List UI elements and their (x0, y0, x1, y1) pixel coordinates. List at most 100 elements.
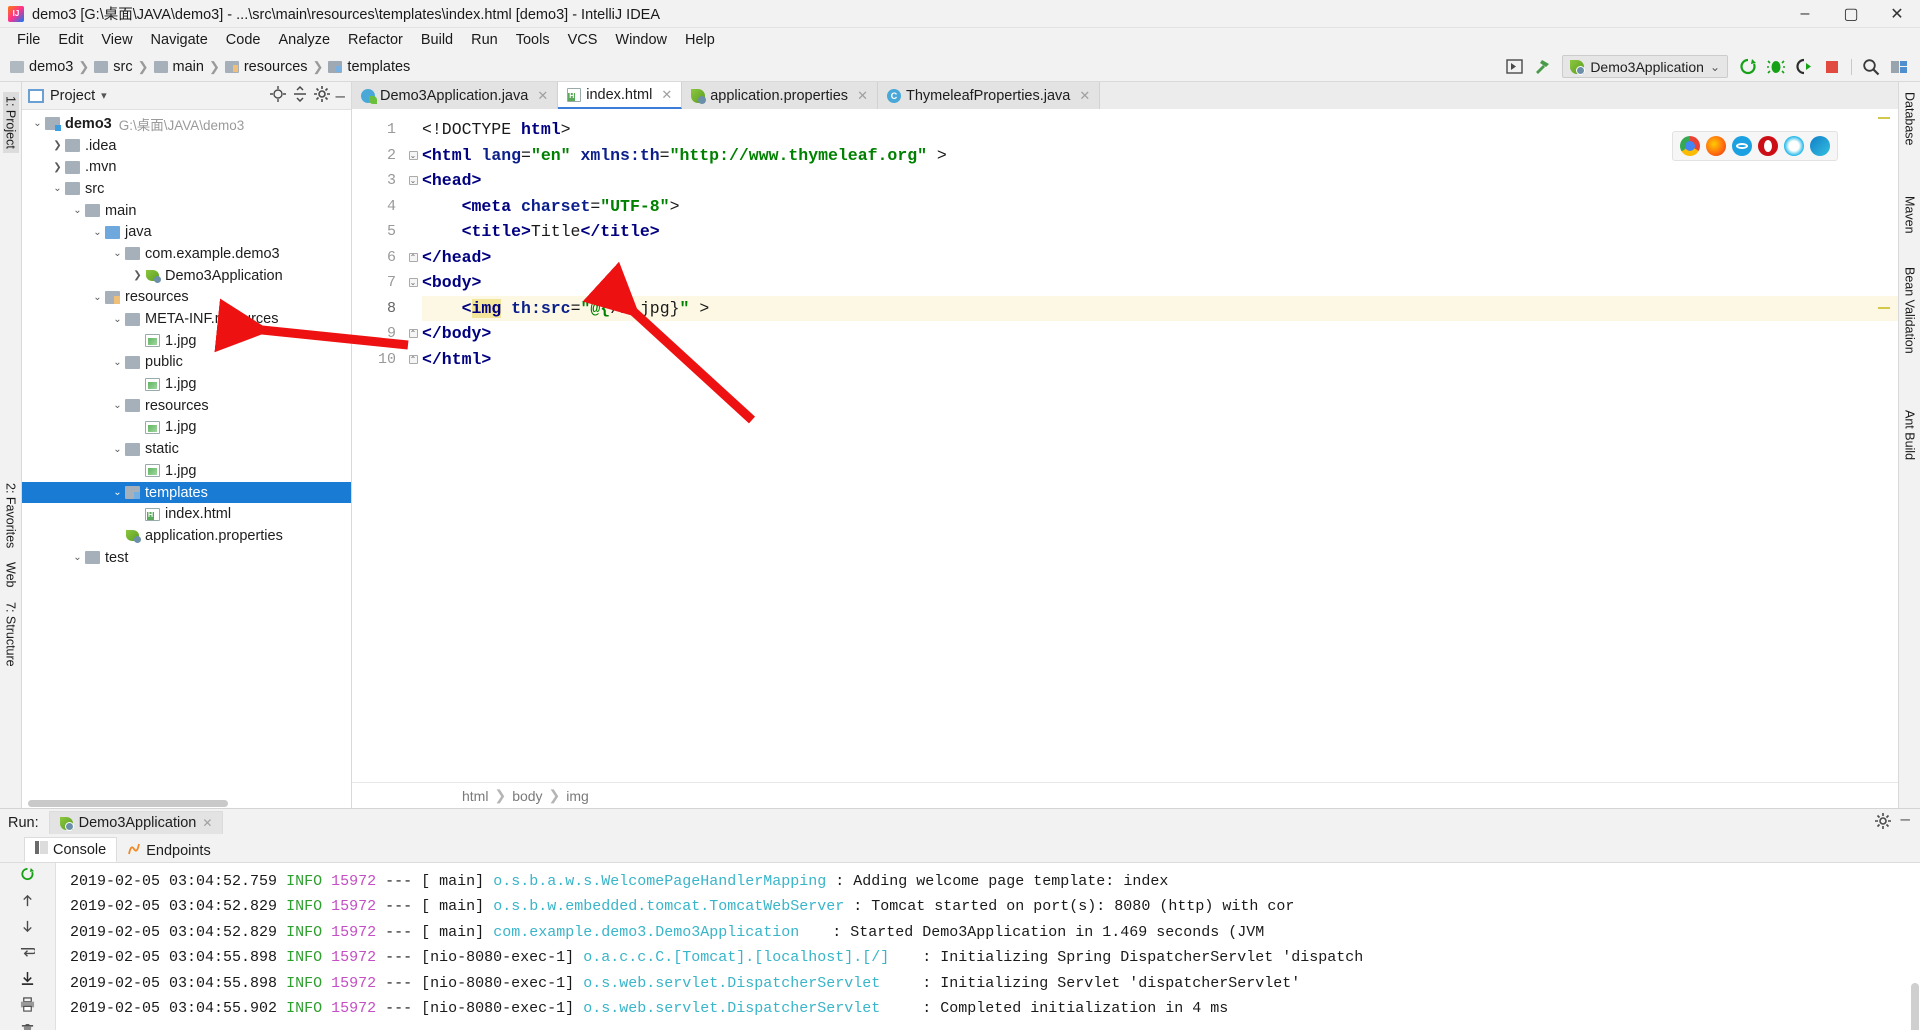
code-line[interactable]: <title>Title</title> (422, 219, 1898, 245)
scrollbar-thumb[interactable] (1911, 983, 1919, 1030)
sidebar-item-structure[interactable]: 7: Structure (4, 602, 18, 667)
fold-toggle-icon[interactable]: ⌄ (409, 151, 418, 160)
chevron-down-icon[interactable]: ⌄ (50, 183, 65, 194)
close-icon[interactable]: ✕ (1079, 88, 1090, 104)
console-scrollbar[interactable] (1910, 863, 1920, 1030)
menu-item-navigate[interactable]: Navigate (142, 30, 217, 50)
up-arrow-icon[interactable] (20, 893, 35, 910)
tree-node[interactable]: ⌄java (22, 221, 351, 243)
editor-tabs[interactable]: Demo3Application.java✕index.html✕applica… (352, 82, 1898, 109)
run-configuration-selector[interactable]: Demo3Application ⌄ (1562, 55, 1728, 78)
fold-marker[interactable]: ⌃ (404, 347, 422, 373)
fold-marker[interactable]: ⌄ (404, 270, 422, 296)
sidebar-item-maven[interactable]: Maven (1903, 196, 1917, 234)
fold-marker[interactable]: ⌄ (404, 168, 422, 194)
console-output[interactable]: 2019-02-05 03:04:52.759 INFO 15972 --- [… (56, 863, 1910, 1030)
sidebar-item-ant-build[interactable]: Ant Build (1903, 410, 1917, 460)
sidebar-item-project[interactable]: 1: Project (3, 92, 19, 153)
locate-icon[interactable] (270, 86, 286, 105)
tree-node[interactable]: ⌄public (22, 352, 351, 374)
tree-node[interactable]: ❯.mvn (22, 156, 351, 178)
code-line[interactable]: </html> (422, 347, 1898, 373)
tree-node[interactable]: ❯Demo3Application (22, 265, 351, 287)
breadcrumb[interactable]: demo3❯src❯main❯resources❯templates (10, 59, 410, 75)
close-icon[interactable]: ✕ (857, 88, 868, 104)
fold-marker[interactable]: ⌃ (404, 321, 422, 347)
menu-item-run[interactable]: Run (462, 30, 507, 50)
scroll-to-end-icon[interactable] (20, 971, 35, 988)
hide-panel-icon[interactable]: – (336, 91, 345, 101)
firefox-icon[interactable] (1706, 136, 1726, 156)
fold-marker[interactable]: ⌃ (404, 245, 422, 271)
chevron-down-icon[interactable]: ⌄ (1710, 60, 1720, 74)
tree-node[interactable]: ⌄static (22, 438, 351, 460)
tree-node[interactable]: ⌄main (22, 200, 351, 222)
editor-breadcrumb-html[interactable]: html (462, 788, 488, 804)
stop-icon[interactable] (1819, 55, 1845, 79)
sidebar-item-favorites[interactable]: 2: Favorites (4, 483, 18, 548)
tree-node[interactable]: ⌄test (22, 547, 351, 569)
fold-marker[interactable] (404, 219, 422, 245)
tree-node[interactable]: 1.jpg (22, 417, 351, 439)
chevron-down-icon[interactable]: ⌄ (110, 487, 125, 498)
close-icon[interactable]: ✕ (537, 88, 548, 104)
rerun-icon[interactable] (20, 867, 35, 884)
rerun-icon[interactable] (1735, 55, 1761, 79)
code-line[interactable]: <body> (422, 270, 1898, 296)
hide-panel-icon[interactable]: – (1901, 813, 1910, 833)
tree-node[interactable]: application.properties (22, 525, 351, 547)
fold-marker[interactable] (404, 194, 422, 220)
menu-item-analyze[interactable]: Analyze (269, 30, 339, 50)
editor-tab-Demo3Application-java[interactable]: Demo3Application.java✕ (352, 82, 558, 109)
code-line[interactable]: <img th:src="@{/1.jpg}" > (422, 296, 1898, 322)
settings-gear-icon[interactable] (1875, 813, 1891, 833)
editor-tab-ThymeleafProperties-java[interactable]: ThymeleafProperties.java✕ (878, 82, 1100, 109)
tree-node[interactable]: 1.jpg (22, 373, 351, 395)
maximize-button[interactable]: ▢ (1828, 0, 1874, 28)
menu-item-file[interactable]: File (8, 30, 49, 50)
menu-item-refactor[interactable]: Refactor (339, 30, 412, 50)
fold-toggle-icon[interactable]: ⌃ (409, 253, 418, 262)
tree-node[interactable]: ⌄demo3G:\桌面\JAVA\demo3 (22, 113, 351, 135)
run-subtab-endpoints[interactable]: Endpoints (117, 839, 221, 862)
tree-node[interactable]: ⌄META-INF.resources (22, 308, 351, 330)
chevron-right-icon[interactable]: ❯ (130, 270, 145, 281)
tree-node[interactable]: ⌄src (22, 178, 351, 200)
tree-node[interactable]: ❯.idea (22, 135, 351, 157)
tree-node-selected[interactable]: ⌄templates (22, 482, 351, 504)
tree-node[interactable]: ⌄com.example.demo3 (22, 243, 351, 265)
breadcrumb-item-resources[interactable]: resources (225, 59, 308, 75)
debug-icon[interactable] (1763, 55, 1789, 79)
chevron-down-icon[interactable]: ⌄ (110, 444, 125, 455)
code-editor[interactable]: 12345678910 ⌄⌄⌃⌄⌃⌃ <!DOCTYPE html><html … (352, 109, 1898, 782)
sidebar-item-web[interactable]: Web (4, 562, 18, 587)
settings-gear-icon[interactable] (314, 86, 330, 105)
code-line[interactable]: <meta charset="UTF-8"> (422, 194, 1898, 220)
select-in-target-icon[interactable] (1501, 55, 1527, 79)
chevron-down-icon[interactable]: ⌄ (110, 314, 125, 325)
chevron-down-icon[interactable]: ⌄ (70, 552, 85, 563)
menu-item-code[interactable]: Code (217, 30, 270, 50)
down-arrow-icon[interactable] (20, 919, 35, 936)
chevron-down-icon[interactable]: ⌄ (110, 248, 125, 259)
run-subtab-console[interactable]: Console (24, 837, 117, 862)
fold-toggle-icon[interactable]: ⌃ (409, 355, 418, 364)
close-icon[interactable]: ✕ (202, 816, 212, 830)
editor-breadcrumb-body[interactable]: body (512, 788, 542, 804)
editor-tab-index-html[interactable]: index.html✕ (558, 82, 682, 109)
breadcrumb-item-main[interactable]: main (154, 59, 204, 75)
menu-item-help[interactable]: Help (676, 30, 724, 50)
menu-item-tools[interactable]: Tools (507, 30, 559, 50)
menu-bar[interactable]: FileEditViewNavigateCodeAnalyzeRefactorB… (0, 28, 1920, 52)
fold-marker[interactable] (404, 117, 422, 143)
close-icon[interactable]: ✕ (661, 87, 672, 103)
chevron-right-icon[interactable]: ❯ (50, 140, 65, 151)
breadcrumb-item-src[interactable]: src (94, 59, 132, 75)
fold-toggle-icon[interactable]: ⌄ (409, 176, 418, 185)
menu-item-vcs[interactable]: VCS (559, 30, 607, 50)
tree-node[interactable]: 1.jpg (22, 330, 351, 352)
chevron-down-icon[interactable]: ⌄ (30, 118, 45, 129)
edge-icon[interactable] (1810, 136, 1830, 156)
fold-marker[interactable]: ⌄ (404, 143, 422, 169)
menu-item-edit[interactable]: Edit (49, 30, 92, 50)
